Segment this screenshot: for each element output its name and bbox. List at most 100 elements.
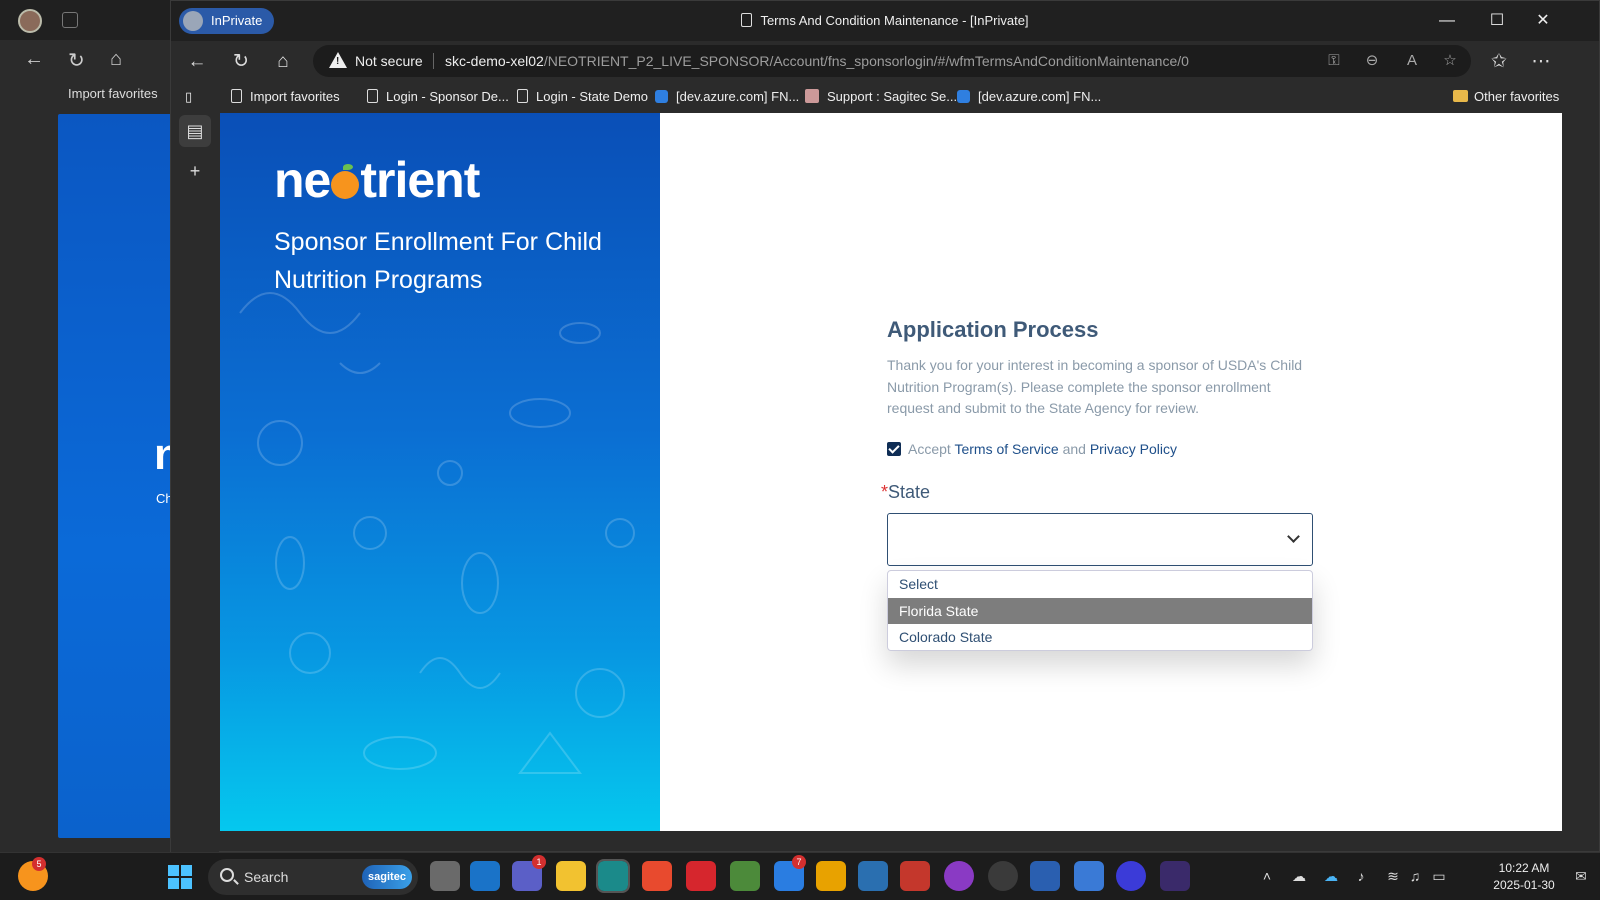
vivaldi-icon[interactable]: [686, 861, 716, 891]
task-view-icon[interactable]: [430, 861, 460, 891]
address-separator: [433, 53, 434, 69]
azure-icon: [655, 90, 668, 103]
url-text[interactable]: skc-demo-xel02/NEOTRIENT_P2_LIVE_SPONSOR…: [445, 53, 1189, 69]
page-icon: [517, 89, 528, 103]
security-status[interactable]: Not secure: [355, 53, 423, 69]
window-title-text: Terms And Condition Maintenance - [InPri…: [760, 13, 1029, 28]
search-placeholder: Search: [244, 869, 289, 885]
window-title: Terms And Condition Maintenance - [InPri…: [171, 13, 1599, 28]
page-icon: [367, 89, 378, 103]
notifications-bell-icon[interactable]: ✉: [1572, 867, 1590, 885]
app-circle-icon[interactable]: [1116, 861, 1146, 891]
github-icon[interactable]: [988, 861, 1018, 891]
state-option[interactable]: Colorado State: [888, 624, 1312, 650]
address-bar[interactable]: ! Not secure skc-demo-xel02/NEOTRIENT_P2…: [313, 45, 1471, 77]
search-icon: [220, 868, 234, 882]
todo-icon[interactable]: 7: [774, 855, 806, 891]
state-select[interactable]: [887, 513, 1313, 566]
star-icon[interactable]: ☆: [1439, 50, 1461, 72]
url-path: /NEOTRIENT_P2_LIVE_SPONSOR/Account/fns_s…: [543, 53, 1189, 69]
volume-icon[interactable]: ♫: [1406, 867, 1424, 885]
refresh-button[interactable]: ↻: [227, 48, 255, 76]
web-page: ne trient Sponsor Enrollment For Child Nu…: [220, 113, 1562, 831]
search-highlight-chip: sagitec: [362, 865, 412, 889]
vertical-tabs-sidebar: ▤ +: [171, 113, 219, 853]
query-app-icon[interactable]: [1160, 861, 1190, 891]
terms-of-service-link[interactable]: Terms of Service: [954, 441, 1058, 457]
zoom-icon[interactable]: ⊖: [1361, 50, 1383, 72]
background-titlebar: [0, 0, 180, 40]
cloud-warning-icon[interactable]: ☁: [1290, 867, 1308, 885]
back-icon[interactable]: ←: [24, 48, 44, 72]
wifi-icon[interactable]: ≋: [1384, 867, 1402, 885]
back-button[interactable]: ←: [183, 48, 211, 76]
accept-checkbox[interactable]: [887, 442, 901, 456]
navigation-toolbar: ← ↻ ⌂ ! Not secure skc-demo-xel02/NEOTRI…: [171, 41, 1599, 81]
notification-app-icon[interactable]: 5: [18, 857, 48, 891]
outlook-icon[interactable]: [470, 861, 500, 891]
new-tab-icon[interactable]: +: [179, 155, 211, 187]
state-option[interactable]: Select: [888, 571, 1312, 598]
background-sidebar: [8, 112, 56, 852]
page-title: Application Process: [887, 317, 1099, 342]
teams-icon[interactable]: 1: [512, 855, 546, 891]
tab-page-icon[interactable]: ▤: [179, 115, 211, 147]
titlebar: InPrivate Terms And Condition Maintenanc…: [171, 1, 1599, 41]
minimize-button[interactable]: —: [1435, 9, 1459, 33]
notepad-icon[interactable]: [730, 861, 760, 891]
state-label: *State: [881, 482, 931, 502]
system-clock[interactable]: 10:22 AM 2025-01-30: [1484, 860, 1564, 894]
key-icon[interactable]: ⚿: [1323, 50, 1345, 72]
state-dropdown-list: Select Florida State Colorado State: [887, 570, 1313, 651]
profile-avatar-icon[interactable]: [18, 9, 42, 33]
refresh-icon[interactable]: ↻: [68, 48, 85, 72]
workspaces-icon[interactable]: [62, 12, 78, 28]
battery-icon[interactable]: ▭: [1430, 867, 1448, 885]
sagitec-icon: [805, 89, 819, 103]
start-button[interactable]: [168, 865, 192, 889]
taskbar-search[interactable]: Search sagitec: [208, 859, 418, 895]
favorite-item[interactable]: [dev.azure.com] FN...: [957, 87, 1101, 107]
home-button[interactable]: ⌂: [269, 48, 297, 76]
favorite-item[interactable]: Support : Sagitec Se...: [805, 87, 957, 107]
sticky-notes-icon[interactable]: [816, 861, 846, 891]
clock-app-icon[interactable]: [944, 861, 974, 891]
onedrive-icon[interactable]: ☁: [1322, 867, 1340, 885]
taskbar: 5 Search sagitec 1 7 ˄ ☁ ☁ ♪ ≋ ♫ ▭ 10:22…: [0, 852, 1600, 900]
read-aloud-icon[interactable]: A: [1401, 50, 1423, 72]
home-icon[interactable]: ⌂: [110, 48, 122, 72]
file-explorer-icon[interactable]: [556, 861, 586, 891]
favorites-icon[interactable]: ✩: [1485, 48, 1513, 76]
privacy-policy-link[interactable]: Privacy Policy: [1090, 441, 1177, 457]
background-favorite-import[interactable]: Import favorites: [68, 86, 158, 101]
edge-browser-icon[interactable]: [596, 859, 630, 893]
neotrient-logo: ne trient: [274, 152, 480, 208]
import-icon: [231, 89, 242, 103]
app-icon[interactable]: [642, 861, 672, 891]
favorite-item[interactable]: Import favorites: [231, 87, 340, 107]
tray-overflow-icon[interactable]: ˄: [1258, 867, 1276, 885]
favorite-item[interactable]: Login - Sponsor De...: [367, 87, 509, 107]
photos-icon[interactable]: [858, 861, 888, 891]
microphone-icon[interactable]: ♪: [1352, 867, 1370, 885]
powerpoint-icon[interactable]: [900, 861, 930, 891]
required-marker: *: [881, 482, 889, 502]
browser-window: InPrivate Terms And Condition Maintenanc…: [170, 0, 1600, 853]
favorite-item[interactable]: [dev.azure.com] FN...: [655, 87, 799, 107]
url-host: skc-demo-xel02: [445, 53, 544, 69]
sidebar-toggle-icon[interactable]: ▯: [185, 87, 192, 107]
page-icon: [741, 13, 753, 27]
food-pattern-background: [239, 292, 635, 774]
background-browser-window: ← ↻ ⌂ Import favorites n Ch: [0, 0, 181, 852]
favorite-item[interactable]: Login - State Demo: [517, 87, 648, 107]
intro-text: Thank you for your interest in becoming …: [887, 357, 1303, 416]
maximize-button[interactable]: ☐: [1485, 9, 1509, 33]
folder-icon: [1453, 90, 1468, 102]
other-favorites[interactable]: Other favorites: [1453, 87, 1559, 107]
state-option-highlighted[interactable]: Florida State: [888, 597, 1312, 624]
more-icon[interactable]: ⋯: [1527, 48, 1555, 76]
close-button[interactable]: ✕: [1531, 9, 1555, 33]
notes-icon[interactable]: [1074, 861, 1104, 891]
powershell-icon[interactable]: [1030, 861, 1060, 891]
hero-tagline: Sponsor Enrollment For Child Nutrition P…: [274, 228, 602, 294]
